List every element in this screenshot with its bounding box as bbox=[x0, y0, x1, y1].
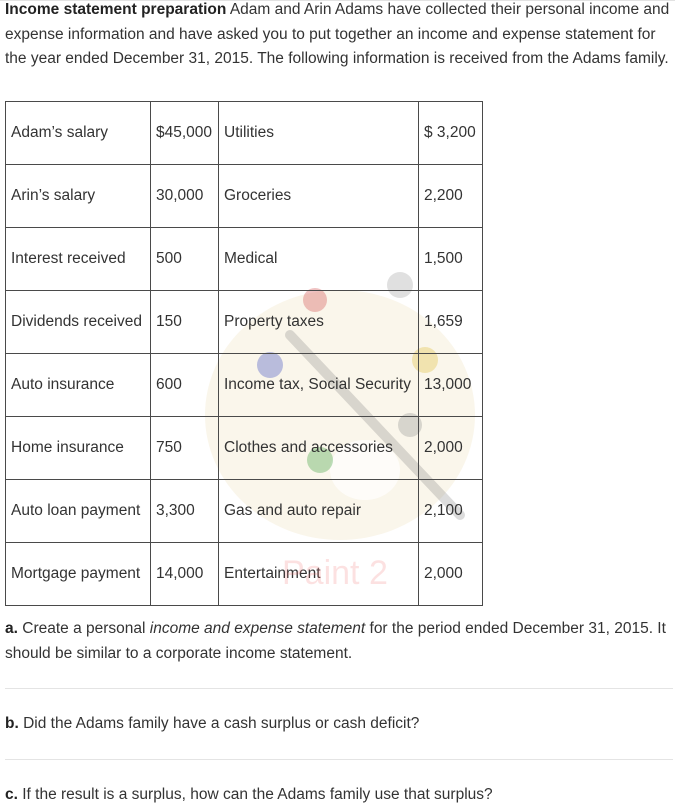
expense-item: Gas and auto repair bbox=[218, 479, 419, 543]
expense-amount: 2,100 bbox=[418, 479, 483, 543]
question-b-text: Did the Adams family have a cash surplus… bbox=[23, 715, 420, 732]
expense-item: Medical bbox=[218, 227, 419, 291]
table-row: Dividends received 150 Property taxes 1,… bbox=[5, 290, 483, 354]
income-item: Mortgage payment bbox=[5, 542, 151, 606]
income-item: Home insurance bbox=[5, 416, 151, 480]
income-amount: 750 bbox=[150, 416, 219, 480]
expense-item: Entertainment bbox=[218, 542, 419, 606]
income-item: Auto insurance bbox=[5, 353, 151, 417]
table-row: Auto loan payment 3,300 Gas and auto rep… bbox=[5, 479, 483, 543]
income-amount: $45,000 bbox=[150, 101, 219, 165]
expense-amount: 13,000 bbox=[418, 353, 483, 417]
question-b: b. Did the Adams family have a cash surp… bbox=[5, 712, 673, 737]
problem-title: Income statement preparation bbox=[5, 1, 227, 18]
expense-item: Utilities bbox=[218, 101, 419, 165]
expense-amount: 2,200 bbox=[418, 164, 483, 228]
problem-intro: Income statement preparation Adam and Ar… bbox=[5, 0, 673, 72]
income-item: Adam’s salary bbox=[5, 101, 151, 165]
table-row: Home insurance 750 Clothes and accessori… bbox=[5, 416, 483, 480]
income-amount: 600 bbox=[150, 353, 219, 417]
table-row: Adam’s salary $45,000 Utilities $ 3,200 bbox=[5, 101, 483, 165]
income-amount: 3,300 bbox=[150, 479, 219, 543]
expense-item: Clothes and accessories bbox=[218, 416, 419, 480]
expense-item: Income tax, Social Security bbox=[218, 353, 419, 417]
expense-item: Property taxes bbox=[218, 290, 419, 354]
income-amount: 14,000 bbox=[150, 542, 219, 606]
expense-amount: 2,000 bbox=[418, 542, 483, 606]
divider bbox=[5, 759, 673, 760]
income-amount: 30,000 bbox=[150, 164, 219, 228]
expense-amount: $ 3,200 bbox=[418, 101, 483, 165]
income-amount: 150 bbox=[150, 290, 219, 354]
expense-item: Groceries bbox=[218, 164, 419, 228]
income-item: Dividends received bbox=[5, 290, 151, 354]
income-item: Interest received bbox=[5, 227, 151, 291]
question-a-emphasis: income and expense statement bbox=[149, 620, 366, 637]
income-amount: 500 bbox=[150, 227, 219, 291]
expense-amount: 2,000 bbox=[418, 416, 483, 480]
expense-amount: 1,500 bbox=[418, 227, 483, 291]
income-item: Arin’s salary bbox=[5, 164, 151, 228]
question-a: a. Create a personal income and expense … bbox=[5, 617, 673, 666]
income-expense-table: Adam’s salary $45,000 Utilities $ 3,200 … bbox=[5, 101, 483, 606]
table-row: Auto insurance 600 Income tax, Social Se… bbox=[5, 353, 483, 417]
expense-amount: 1,659 bbox=[418, 290, 483, 354]
table-row: Interest received 500 Medical 1,500 bbox=[5, 227, 483, 291]
table-row: Mortgage payment 14,000 Entertainment 2,… bbox=[5, 542, 483, 606]
question-c: c. If the result is a surplus, how can t… bbox=[5, 783, 673, 808]
question-a-text-before: Create a personal bbox=[22, 620, 150, 637]
question-c-label: c. bbox=[5, 786, 18, 803]
question-b-label: b. bbox=[5, 715, 19, 732]
table-row: Arin’s salary 30,000 Groceries 2,200 bbox=[5, 164, 483, 228]
income-item: Auto loan payment bbox=[5, 479, 151, 543]
divider bbox=[5, 688, 673, 689]
question-a-label: a. bbox=[5, 620, 18, 637]
question-c-text: If the result is a surplus, how can the … bbox=[22, 786, 493, 803]
